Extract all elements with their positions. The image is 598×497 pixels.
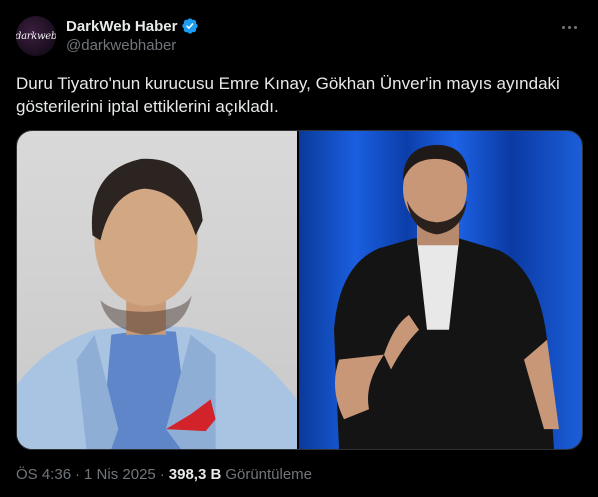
avatar-logo: darkweb bbox=[16, 30, 56, 42]
meta-separator-2: · bbox=[159, 466, 165, 483]
photo-1[interactable] bbox=[17, 131, 299, 449]
performer-on-stage-image bbox=[334, 144, 559, 449]
portrait-man-blazer-image bbox=[17, 158, 297, 449]
display-name-row: DarkWeb Haber bbox=[66, 16, 199, 36]
display-name[interactable]: DarkWeb Haber bbox=[66, 18, 177, 35]
views-label: Görüntüleme bbox=[225, 466, 313, 483]
meta-separator: · bbox=[75, 466, 81, 483]
tweet-header: darkweb DarkWeb Haber @darkwebhaber bbox=[16, 16, 582, 60]
tweet-date[interactable]: 1 Nis 2025 bbox=[84, 466, 156, 483]
avatar[interactable]: darkweb bbox=[16, 16, 56, 56]
tweet-text: Duru Tiyatro'nun kurucusu Emre Kınay, Gö… bbox=[16, 74, 560, 116]
media-grid bbox=[16, 130, 583, 450]
more-options-icon[interactable] bbox=[558, 18, 580, 36]
tweet-time[interactable]: ÖS 4:36 bbox=[16, 466, 71, 483]
tweet-meta: ÖS 4:36 · 1 Nis 2025 · 398,3 B Görüntüle… bbox=[16, 466, 312, 483]
verified-badge-icon bbox=[181, 17, 199, 35]
views-count: 398,3 B bbox=[168, 466, 222, 483]
photo-2[interactable] bbox=[299, 131, 582, 449]
author-names: DarkWeb Haber @darkwebhaber bbox=[66, 16, 199, 54]
handle[interactable]: @darkwebhaber bbox=[66, 37, 199, 54]
